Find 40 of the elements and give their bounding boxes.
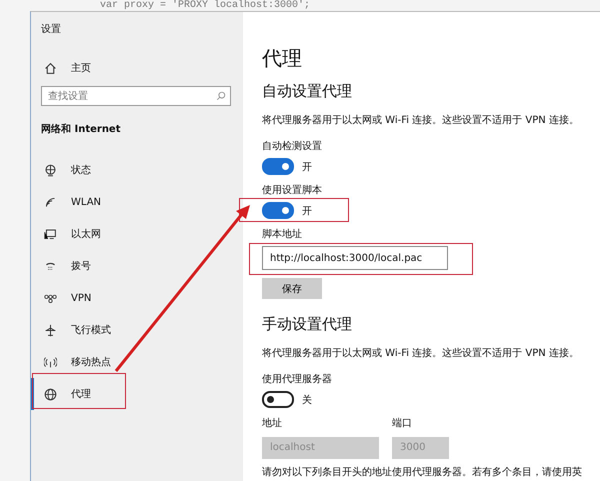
field-label: 端口: [392, 416, 412, 430]
toggle-state: 开: [302, 160, 312, 174]
signal-icon: [44, 356, 57, 368]
section-heading: 手动设置代理: [262, 315, 352, 334]
code-line: var proxy = 'PROXY localhost:3000';: [99, 0, 310, 11]
home-link[interactable]: 主页: [31, 58, 231, 78]
toggle-state: 开: [302, 204, 312, 218]
home-icon: [44, 62, 57, 74]
airplane-icon: [44, 324, 57, 336]
page-title: 代理: [262, 45, 302, 72]
globe-icon: [44, 388, 57, 400]
section-title: 网络和 Internet: [40, 122, 120, 136]
globe-monitor-icon: [44, 164, 57, 176]
nav-item[interactable]: 飞行模式: [31, 314, 231, 346]
toggle-label: 使用设置脚本: [262, 184, 322, 197]
toggle-label: 自动检测设置: [262, 140, 322, 153]
nav-item[interactable]: 以太网: [31, 218, 231, 250]
save-button[interactable]: 保存: [262, 278, 322, 299]
toggle-state: 关: [302, 394, 312, 406]
window-title: 设置: [40, 22, 61, 36]
description: 将代理服务器用于以太网或 Wi-Fi 连接。这些设置不适用于 VPN 连接。: [262, 346, 579, 360]
field-label: 地址: [262, 416, 282, 430]
nav-item[interactable]: 代理: [31, 378, 231, 410]
toggle-switch[interactable]: [262, 391, 294, 408]
monitor-icon: [44, 228, 57, 240]
nav-item[interactable]: WLAN: [31, 186, 231, 218]
section-heading: 自动设置代理: [262, 82, 352, 101]
nav-item[interactable]: 移动热点: [31, 346, 231, 378]
nav-item[interactable]: 拨号: [31, 250, 231, 282]
search-field[interactable]: 查找设置: [41, 86, 231, 106]
nav-item[interactable]: 状态: [31, 154, 231, 186]
toggle-switch[interactable]: [262, 158, 294, 175]
nav-item[interactable]: VPN: [31, 282, 231, 314]
description: 将代理服务器用于以太网或 Wi-Fi 连接。这些设置不适用于 VPN 连接。: [262, 114, 579, 127]
toggle-label: 使用代理服务器: [262, 373, 332, 386]
field-label: 脚本地址: [262, 228, 302, 241]
exceptions-note: 请勿对以下列条目开头的地址使用代理服务器。若有多个条目，请使用英: [262, 466, 582, 478]
search-icon: [216, 91, 226, 101]
script-address-field[interactable]: http://localhost:3000/local.pac: [262, 246, 448, 270]
toggle-switch[interactable]: [262, 202, 294, 219]
